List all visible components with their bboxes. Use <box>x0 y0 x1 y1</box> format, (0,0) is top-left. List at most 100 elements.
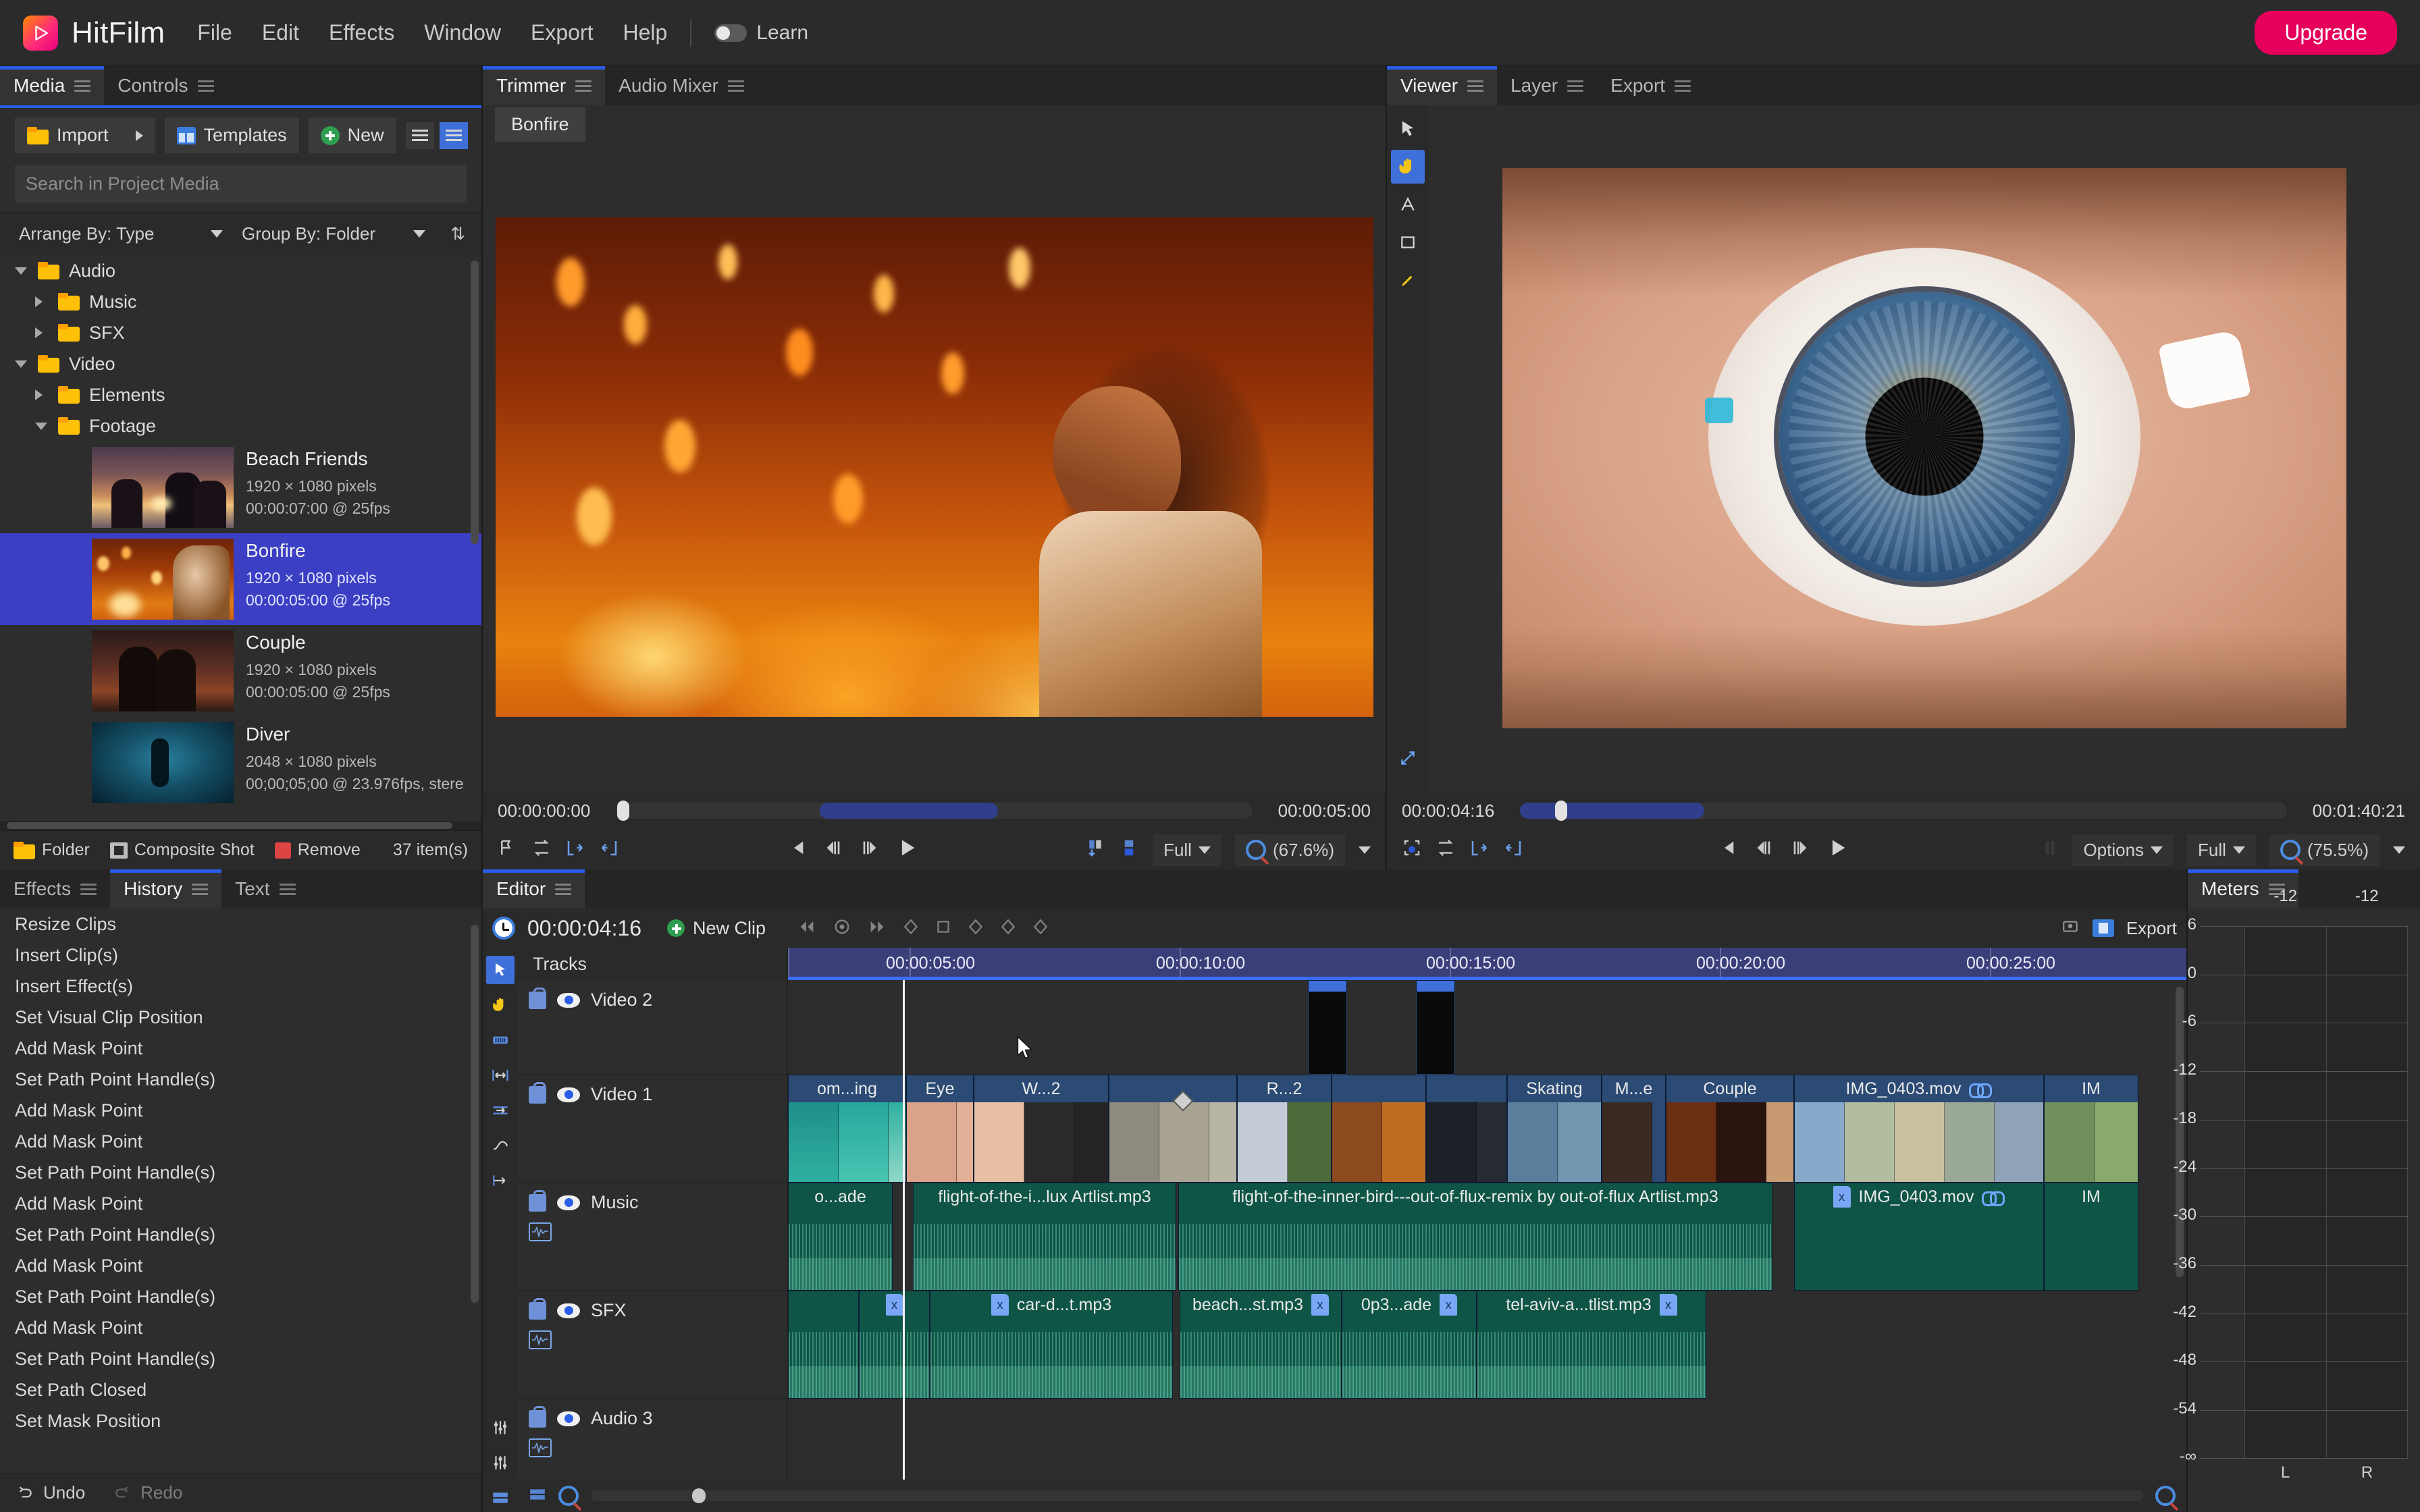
timeline-clip[interactable]: M...e <box>1602 1075 1666 1183</box>
text-tool[interactable] <box>1391 188 1425 221</box>
viewer-canvas[interactable] <box>1429 105 2420 791</box>
viewer-quality-dropdown[interactable]: Full <box>2187 834 2256 866</box>
visibility-icon[interactable] <box>557 1087 580 1102</box>
lane-sfx[interactable]: x x car-d...t.mp3 beach...st.mp3 x 0p3..… <box>788 1291 2186 1399</box>
history-panel-options[interactable] <box>469 869 481 909</box>
timeline-clip[interactable]: Couple <box>1666 1075 1794 1183</box>
tree-row-footage[interactable]: Footage <box>0 410 481 441</box>
sort-order-button[interactable]: ⇅ <box>450 223 472 244</box>
lane-video2[interactable] <box>788 980 2186 1075</box>
timeline-clip[interactable]: R...2 <box>1237 1075 1332 1183</box>
track-header-music[interactable]: Music <box>518 1183 787 1291</box>
history-item[interactable]: Set Visual Clip Position <box>0 1002 481 1033</box>
lane-music[interactable]: o...ade flight-of-the-i...lux Artlist.mp… <box>788 1183 2186 1291</box>
timeline-clip-handle[interactable] <box>1416 980 1455 992</box>
mark-area-icon[interactable] <box>1402 838 1422 863</box>
menu-item-export[interactable]: Export <box>531 20 593 45</box>
track-header-video1[interactable]: Video 1 <box>518 1075 787 1183</box>
media-item-diver[interactable]: Diver 2048 × 1080 pixels 00;00;05;00 @ 2… <box>0 717 481 809</box>
timeline-clip-handle[interactable] <box>1308 980 1347 992</box>
ripple-icon[interactable] <box>531 838 552 863</box>
timeline-clip[interactable]: W...2 <box>974 1075 1109 1183</box>
select-tool[interactable] <box>1391 112 1425 146</box>
meters-panel-options[interactable] <box>2408 869 2420 909</box>
chevron-down-icon[interactable] <box>1359 846 1371 854</box>
timeline-zoom-slider[interactable] <box>591 1488 2143 1503</box>
timeline-clip[interactable]: tel-aviv-a...tlist.mp3 x <box>1477 1291 1706 1399</box>
tab-trimmer[interactable]: Trimmer <box>483 66 606 105</box>
slide-tool[interactable] <box>486 1166 515 1195</box>
previous-edit-icon[interactable] <box>797 917 817 940</box>
detail-view-button[interactable] <box>439 122 468 149</box>
history-item[interactable]: Insert Clip(s) <box>0 940 481 971</box>
waveform-icon[interactable] <box>529 1438 552 1457</box>
timeline-clip[interactable]: x <box>859 1291 930 1399</box>
timeline-clip[interactable]: o...ade <box>788 1183 893 1291</box>
media-item-bonfire[interactable]: Bonfire 1920 × 1080 pixels 00:00:05:00 @… <box>0 533 481 625</box>
new-button[interactable]: New <box>308 117 396 153</box>
group-by-dropdown[interactable]: Group By: Folder <box>232 218 435 250</box>
media-panel-options[interactable] <box>469 66 481 105</box>
timeline-clip[interactable] <box>1109 1075 1237 1183</box>
tab-viewer-export[interactable]: Export <box>1597 66 1705 105</box>
templates-button[interactable]: Templates <box>164 117 299 153</box>
menu-item-window[interactable]: Window <box>424 20 501 45</box>
panel-menu-icon[interactable] <box>1675 80 1691 92</box>
step-forward-icon[interactable] <box>859 837 880 863</box>
timeline-clip[interactable] <box>1308 980 1347 1075</box>
timeline-clip[interactable]: Skating <box>1507 1075 1602 1183</box>
panel-menu-icon[interactable] <box>80 883 97 895</box>
timeline-clip[interactable]: beach...st.mp3 x <box>1180 1291 1342 1399</box>
viewer-options-dropdown[interactable]: Options <box>2072 834 2174 866</box>
hand-tool[interactable] <box>486 991 515 1019</box>
waveform-icon[interactable] <box>529 1222 552 1241</box>
menu-item-help[interactable]: Help <box>623 20 668 45</box>
waveform-icon[interactable] <box>529 1330 552 1349</box>
timeline-clip[interactable] <box>1416 980 1455 1075</box>
arrange-by-dropdown[interactable]: Arrange By: Type <box>9 218 232 250</box>
export-frame-icon[interactable] <box>2060 917 2080 940</box>
editor-panel-options[interactable] <box>2174 869 2186 909</box>
rate-stretch-tool[interactable] <box>486 1131 515 1160</box>
panel-menu-icon[interactable] <box>1467 80 1484 92</box>
menu-item-effects[interactable]: Effects <box>329 20 394 45</box>
fit-to-screen-tool[interactable] <box>1391 741 1425 775</box>
lock-icon[interactable] <box>529 1081 546 1104</box>
timeline-clip[interactable]: flight-of-the-inner-bird---out-of-flux-r… <box>1178 1183 1772 1291</box>
timeline-clip[interactable] <box>1332 1075 1426 1183</box>
timeline-view-tool[interactable] <box>486 1484 515 1512</box>
history-item[interactable]: Set Mask Position <box>0 1405 481 1436</box>
trim-out-icon[interactable] <box>1119 837 1139 863</box>
chevron-down-icon[interactable] <box>15 360 38 368</box>
lock-icon[interactable] <box>529 1189 546 1212</box>
chevron-down-icon[interactable] <box>35 422 58 430</box>
trimmer-clip-tab[interactable]: Bonfire <box>495 107 585 142</box>
new-folder-button[interactable]: Folder <box>14 840 90 860</box>
tab-history[interactable]: History <box>110 869 222 909</box>
marker-diamond-icon[interactable] <box>1032 918 1049 939</box>
panel-menu-icon[interactable] <box>74 80 91 92</box>
chevron-down-icon[interactable] <box>2393 846 2405 854</box>
panel-menu-icon[interactable] <box>728 80 744 92</box>
marker-diamond-icon[interactable] <box>967 918 984 939</box>
timeline-ruler[interactable]: 00:00:05:00 00:00:10:00 00:00:15:00 00:0… <box>788 948 2186 980</box>
play-icon[interactable] <box>895 836 918 864</box>
list-view-button[interactable] <box>405 122 434 149</box>
trim-tool[interactable] <box>486 1061 515 1089</box>
step-back-icon[interactable] <box>822 837 844 863</box>
panel-menu-icon[interactable] <box>197 80 214 92</box>
history-item[interactable]: Add Mask Point <box>0 1095 481 1126</box>
go-to-start-icon[interactable] <box>786 837 808 863</box>
rectangle-tool[interactable] <box>1391 225 1425 259</box>
panel-menu-icon[interactable] <box>575 80 592 92</box>
remove-button[interactable]: Remove <box>274 840 361 860</box>
new-clip-button[interactable]: New Clip <box>667 918 766 939</box>
lock-icon[interactable] <box>529 1405 546 1428</box>
track-header-sfx[interactable]: SFX <box>518 1291 787 1399</box>
tree-row-audio[interactable]: Audio <box>0 255 481 286</box>
chevron-down-icon[interactable] <box>15 267 38 275</box>
tree-row-elements[interactable]: Elements <box>0 379 481 410</box>
add-marker-icon[interactable] <box>832 917 852 940</box>
insert-clip-icon[interactable] <box>1469 838 1490 863</box>
tree-row-video[interactable]: Video <box>0 348 481 379</box>
